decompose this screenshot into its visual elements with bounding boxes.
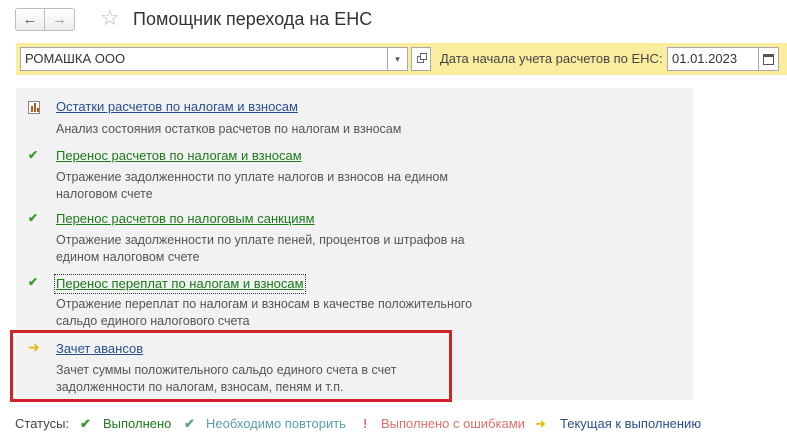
date-label: Дата начала учета расчетов по ЕНС: (440, 51, 663, 66)
back-button[interactable]: ← (15, 8, 45, 31)
favorite-star-icon[interactable]: ☆ (100, 5, 120, 31)
step-link-overpayment-transfer[interactable]: Перенос переплат по налогам и взносам (54, 274, 306, 294)
organization-dropdown-button[interactable]: ▾ (388, 47, 408, 71)
step-description: Отражение задолженности по уплате пеней,… (56, 233, 465, 264)
chevron-down-icon: ▾ (395, 53, 400, 64)
legend-current: Текущая к выполнению (560, 416, 702, 431)
arrow-left-icon: ← (22, 11, 38, 28)
arrow-right-icon: → (52, 11, 67, 28)
step-description: Отражение задолженности по уплате налого… (56, 170, 448, 201)
legend-label: Статусы: (15, 416, 70, 431)
report-icon (28, 101, 40, 114)
exclamation-icon: ! (363, 416, 368, 431)
highlight-frame (10, 330, 452, 402)
title-bar: ← → ☆ Помощник перехода на ЕНС (0, 0, 787, 40)
organization-field[interactable]: РОМАШКА ООО (20, 47, 388, 71)
checkmark-icon: ✔ (28, 211, 39, 225)
calendar-icon (763, 54, 774, 65)
organization-open-button[interactable] (411, 47, 431, 71)
checkmark-icon: ✔ (28, 148, 39, 162)
checkmark-icon: ✔ (28, 275, 39, 289)
calendar-button[interactable] (759, 47, 779, 71)
date-field[interactable]: 01.01.2023 (667, 47, 759, 71)
arrow-right-current-icon: ➜ (535, 416, 546, 431)
step-link-sanctions-transfer[interactable]: Перенос расчетов по налоговым санкциям (56, 211, 315, 227)
forward-button[interactable]: → (45, 8, 75, 31)
step-description: Анализ состояния остатков расчетов по на… (56, 122, 402, 136)
filter-bar: РОМАШКА ООО ▾ Дата начала учета расчетов… (0, 43, 787, 75)
open-window-icon-front (420, 53, 427, 60)
legend-repeat: Необходимо повторить (206, 416, 346, 431)
page-title: Помощник перехода на ЕНС (133, 9, 373, 29)
legend-done: Выполнено (103, 416, 172, 431)
checkmark-icon: ✔ (80, 416, 91, 431)
checkmark-repeat-icon: ✔ (184, 416, 195, 431)
step-link-balances[interactable]: Остатки расчетов по налогам и взносам (56, 99, 298, 115)
legend-error: Выполнено с ошибками (381, 416, 525, 431)
step-description: Отражение переплат по налогам и взносам … (56, 297, 473, 328)
step-link-tax-transfer[interactable]: Перенос расчетов по налогам и взносам (56, 148, 302, 164)
status-legend: Статусы: ✔ Выполнено ✔ Необходимо повтор… (0, 414, 787, 436)
